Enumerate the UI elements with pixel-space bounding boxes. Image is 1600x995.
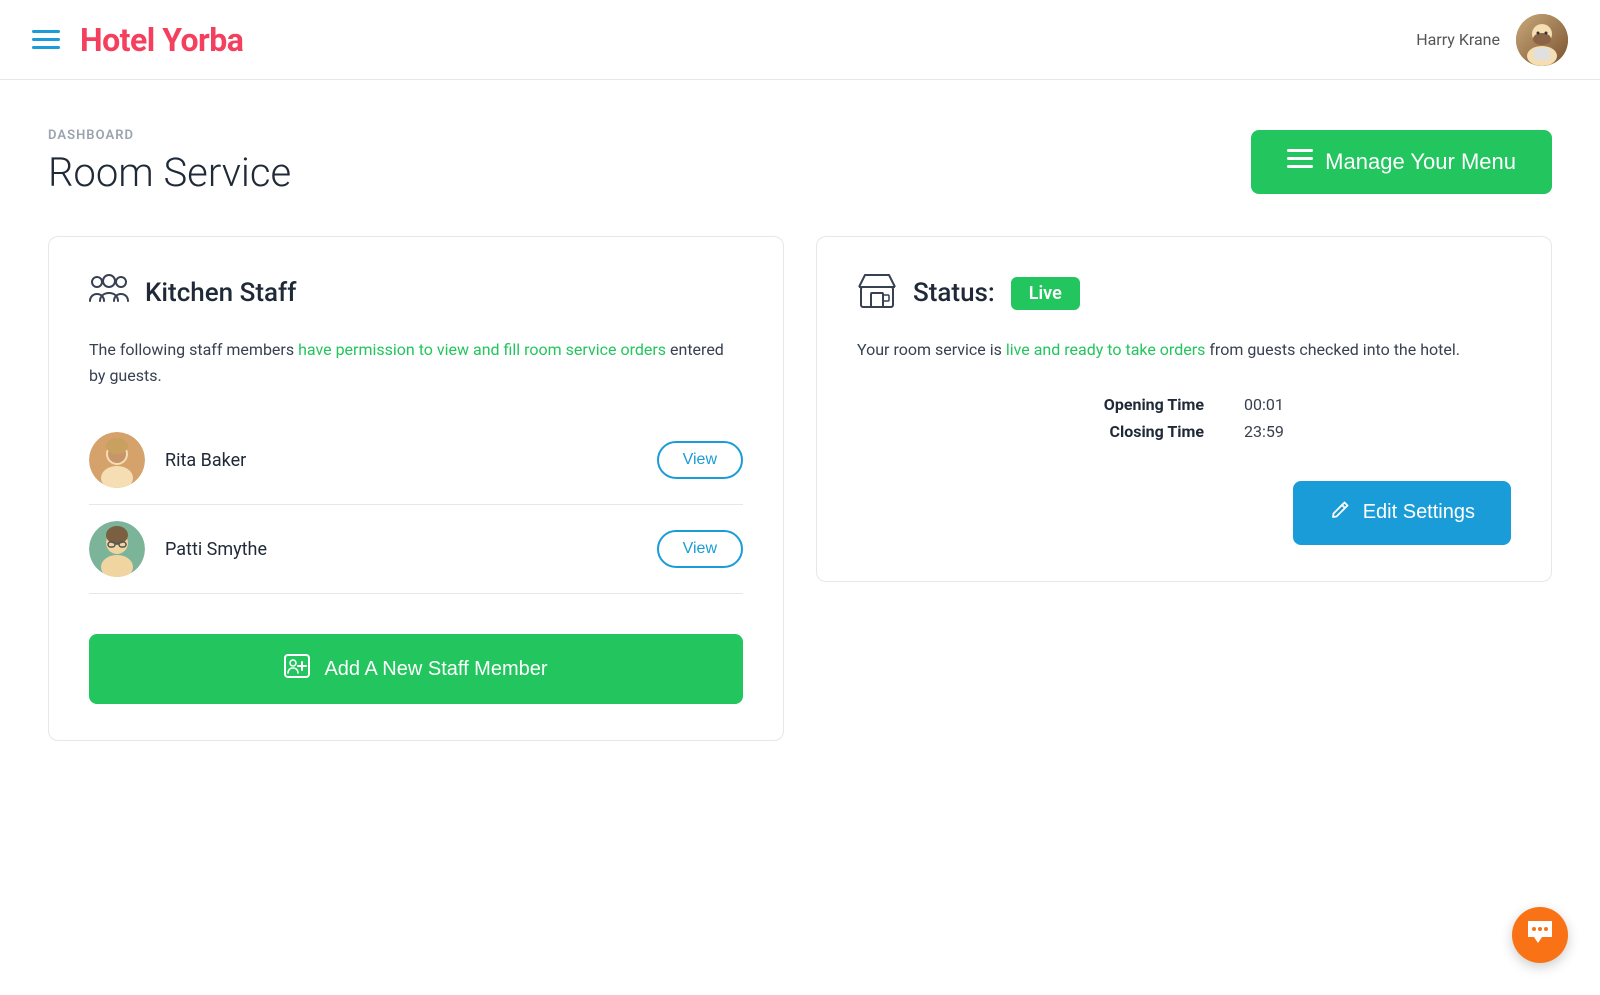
header: Hotel Yorba Harry Krane	[0, 0, 1600, 80]
staff-item: Patti Smythe View	[89, 505, 743, 594]
page-title: Room Service	[48, 149, 291, 196]
store-icon	[857, 273, 897, 313]
status-badge: Live	[1011, 277, 1080, 310]
manage-menu-label: Manage Your Menu	[1325, 149, 1516, 175]
header-left: Hotel Yorba	[32, 21, 243, 59]
cards-row: Kitchen Staff The following staff member…	[48, 236, 1552, 741]
chat-bubble[interactable]	[1512, 907, 1568, 963]
page-header-left: DASHBOARD Room Service	[48, 128, 291, 196]
description-green: have permission to view and fill room se…	[298, 340, 666, 359]
main-content: DASHBOARD Room Service Manage Your Menu	[0, 80, 1600, 801]
header-right: Harry Krane	[1416, 14, 1568, 66]
status-desc-suffix: from guests checked into the hotel.	[1205, 340, 1460, 359]
opening-time-value: 00:01	[1244, 395, 1304, 414]
avatar	[1516, 14, 1568, 66]
opening-time-row: Opening Time 00:01	[857, 395, 1511, 414]
closing-time-row: Closing Time 23:59	[857, 422, 1511, 441]
view-button-patti[interactable]: View	[657, 530, 743, 568]
user-name: Harry Krane	[1416, 30, 1500, 49]
staff-name-rita: Rita Baker	[165, 450, 637, 471]
manage-menu-button[interactable]: Manage Your Menu	[1251, 130, 1552, 194]
status-label: Status:	[913, 278, 995, 308]
staff-name-patti: Patti Smythe	[165, 539, 637, 560]
status-desc-green: live and ready to take orders	[1006, 340, 1206, 359]
kitchen-staff-title: Kitchen Staff	[145, 278, 296, 308]
kitchen-staff-card: Kitchen Staff The following staff member…	[48, 236, 784, 741]
closing-time-value: 23:59	[1244, 422, 1304, 441]
status-desc-prefix: Your room service is	[857, 340, 1006, 359]
edit-settings-button[interactable]: Edit Settings	[1293, 481, 1511, 545]
hamburger-menu-icon[interactable]	[32, 30, 60, 49]
view-button-rita[interactable]: View	[657, 441, 743, 479]
staff-list: Rita Baker View	[89, 416, 743, 594]
kitchen-staff-header: Kitchen Staff	[89, 273, 743, 313]
status-header: Status: Live	[857, 273, 1511, 313]
status-card: Status: Live Your room service is live a…	[816, 236, 1552, 582]
edit-settings-label: Edit Settings	[1363, 501, 1475, 524]
closing-time-label: Closing Time	[1064, 422, 1204, 441]
kitchen-staff-description: The following staff members have permiss…	[89, 337, 743, 388]
kitchen-staff-icon	[89, 273, 129, 313]
staff-avatar-patti	[89, 521, 145, 577]
description-prefix: The following staff members	[89, 340, 298, 359]
add-staff-label: Add A New Staff Member	[324, 658, 547, 681]
opening-time-label: Opening Time	[1064, 395, 1204, 414]
chat-icon	[1526, 919, 1554, 951]
staff-item: Rita Baker View	[89, 416, 743, 505]
logo: Hotel Yorba	[80, 21, 243, 59]
add-staff-icon	[284, 654, 310, 684]
time-table: Opening Time 00:01 Closing Time 23:59	[857, 395, 1511, 441]
page-header: DASHBOARD Room Service Manage Your Menu	[48, 128, 1552, 196]
breadcrumb: DASHBOARD	[48, 128, 291, 143]
edit-settings-icon	[1329, 499, 1351, 527]
menu-list-icon	[1287, 148, 1313, 176]
staff-avatar-rita	[89, 432, 145, 488]
add-staff-button[interactable]: Add A New Staff Member	[89, 634, 743, 704]
status-description: Your room service is live and ready to t…	[857, 337, 1511, 363]
